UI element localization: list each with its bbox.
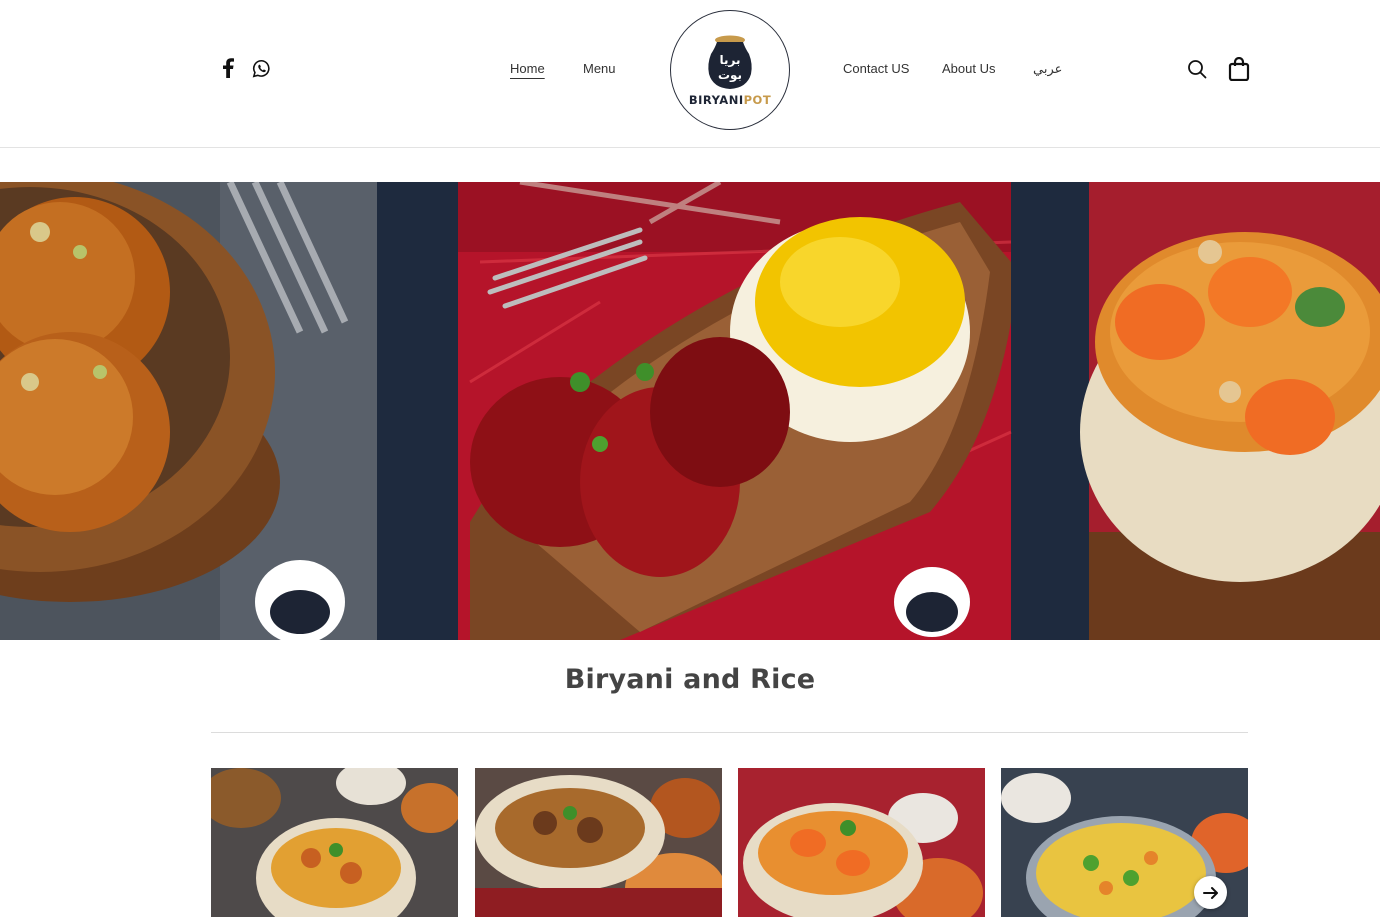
nav-menu[interactable]: Menu xyxy=(583,61,616,76)
pot-logo-icon: بريا بوت xyxy=(708,35,752,89)
hero-slide-chicken-rice xyxy=(458,182,1012,640)
site-header: Home Menu بريا بوت BIRYANIPOT Contact US… xyxy=(0,0,1380,148)
svg-text:بريا: بريا xyxy=(720,53,741,67)
facebook-icon[interactable] xyxy=(218,58,238,78)
social-links xyxy=(218,58,271,78)
nav-home[interactable]: Home xyxy=(510,61,545,76)
carousel-next-button[interactable] xyxy=(1194,876,1227,909)
nav-arabic-language[interactable]: عربي xyxy=(1033,61,1062,77)
nav-about-us[interactable]: About Us xyxy=(942,61,995,76)
nav-contact-us[interactable]: Contact US xyxy=(843,61,909,76)
section-title: Biryani and Rice xyxy=(564,664,816,695)
search-icon[interactable] xyxy=(1185,57,1209,81)
product-card[interactable] xyxy=(738,768,985,917)
hero-slide-shrimp-biryani xyxy=(1080,182,1380,640)
hero-banner xyxy=(0,182,1380,640)
product-card[interactable] xyxy=(211,768,458,917)
product-image xyxy=(475,768,722,917)
section-divider xyxy=(211,732,1248,733)
product-card[interactable] xyxy=(475,768,722,917)
biryani-pot-logo[interactable]: بريا بوت BIRYANIPOT xyxy=(670,10,790,130)
product-image xyxy=(211,768,458,917)
arrow-right-icon xyxy=(1202,886,1218,899)
product-image xyxy=(738,768,985,917)
shopping-bag-icon[interactable] xyxy=(1227,57,1251,81)
whatsapp-icon[interactable] xyxy=(251,58,271,78)
logo-text: BIRYANIPOT xyxy=(688,92,772,107)
product-carousel xyxy=(211,768,1248,917)
svg-text:بوت: بوت xyxy=(718,68,742,83)
hero-slide-gulab-jamun xyxy=(0,182,377,640)
